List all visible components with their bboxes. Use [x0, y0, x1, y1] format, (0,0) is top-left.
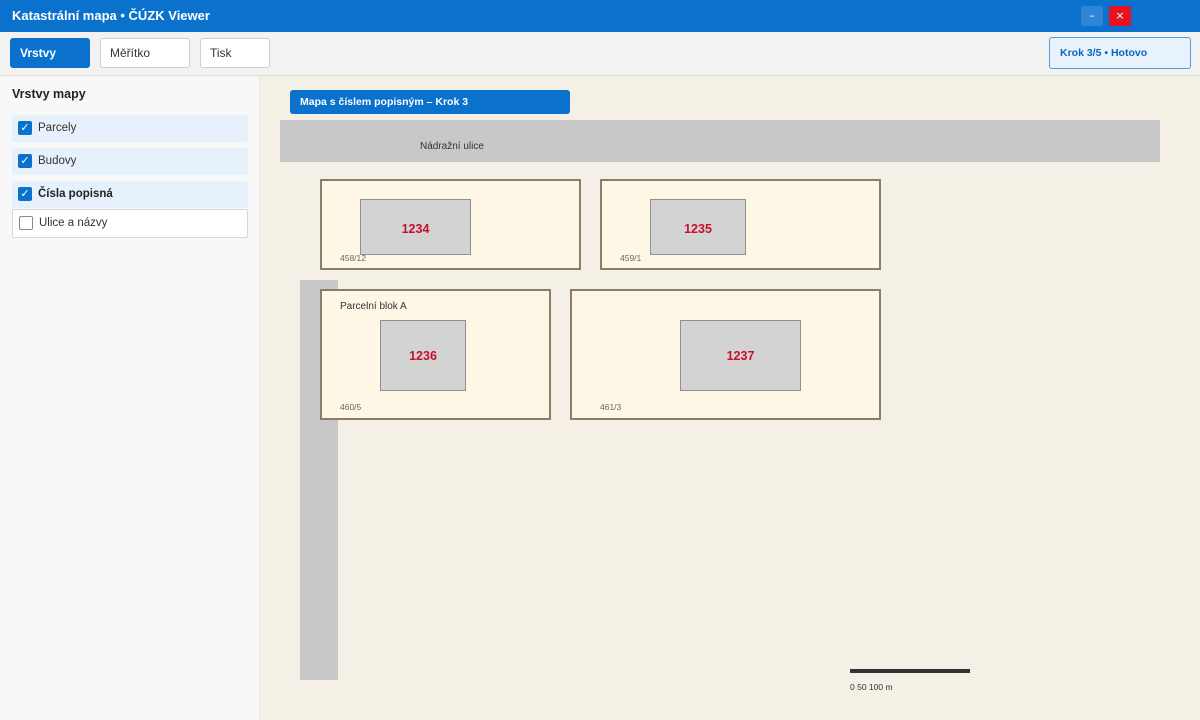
step-status-badge: Krok 3/5 • Hotovo	[1049, 37, 1191, 69]
layer-item-streets[interactable]: Ulice a názvy	[12, 209, 248, 238]
map-step-banner: Mapa s číslem popisným – Krok 3	[290, 90, 570, 114]
layer-item-parcels[interactable]: ✓ Parcely	[12, 115, 248, 142]
checkbox-unchecked-icon[interactable]	[19, 216, 33, 230]
sidebar-title: Vrstvy mapy	[12, 87, 86, 101]
parcel[interactable]: 1237 461/3	[570, 289, 881, 420]
minimize-button[interactable]: –	[1081, 6, 1103, 26]
house-number: 1236	[409, 349, 437, 363]
scale-bar	[850, 669, 970, 673]
layer-label: Čísla popisná	[38, 188, 113, 200]
parcel-number: 460/5	[340, 402, 362, 412]
layer-label: Parcely	[38, 122, 77, 134]
street-name-label: Nádražní ulice	[420, 141, 484, 152]
building[interactable]: 1237	[680, 320, 801, 391]
map-canvas[interactable]: Mapa s číslem popisným – Krok 3 Nádražní…	[260, 77, 1200, 720]
toolbar: Vrstvy Měřítko Tisk Krok 3/5 • Hotovo	[0, 32, 1200, 76]
checkbox-checked-icon[interactable]: ✓	[18, 121, 32, 135]
checkbox-checked-icon[interactable]: ✓	[18, 154, 32, 168]
close-button[interactable]: ×	[1109, 6, 1131, 26]
scale-label: 0 50 100 m	[850, 682, 893, 692]
parcel[interactable]: 1235 459/1	[600, 179, 881, 270]
window-title: Katastrální mapa • ČÚZK Viewer	[12, 8, 210, 23]
title-bar: Katastrální mapa • ČÚZK Viewer – ×	[0, 0, 1200, 32]
layer-item-house-numbers[interactable]: ✓ Čísla popisná	[12, 181, 248, 208]
parcel[interactable]: 1234 458/12	[320, 179, 581, 270]
layers-sidebar: Vrstvy mapy ✓ Parcely ✓ Budovy ✓ Čísla p…	[0, 77, 260, 720]
building[interactable]: 1236	[380, 320, 466, 391]
layer-item-buildings[interactable]: ✓ Budovy	[12, 148, 248, 175]
parcel-number: 461/3	[600, 402, 622, 412]
print-button[interactable]: Tisk	[200, 38, 270, 68]
layers-button[interactable]: Vrstvy	[10, 38, 90, 68]
street-horizontal	[280, 120, 1160, 162]
layer-label: Ulice a názvy	[39, 217, 108, 229]
checkbox-checked-icon[interactable]: ✓	[18, 187, 32, 201]
scale-button[interactable]: Měřítko	[100, 38, 190, 68]
house-number: 1235	[684, 222, 712, 236]
house-number: 1234	[401, 222, 430, 236]
parcel[interactable]: Parcelní blok A 1236 460/5	[320, 289, 551, 420]
building[interactable]: 1234	[360, 199, 471, 255]
parcel-number: 459/1	[620, 253, 642, 263]
house-number: 1237	[726, 349, 755, 363]
parcel-number: 458/12	[340, 253, 366, 263]
building[interactable]: 1235	[650, 199, 746, 255]
layer-label: Budovy	[38, 155, 77, 167]
parcel-block-label: Parcelní blok A	[340, 301, 407, 312]
